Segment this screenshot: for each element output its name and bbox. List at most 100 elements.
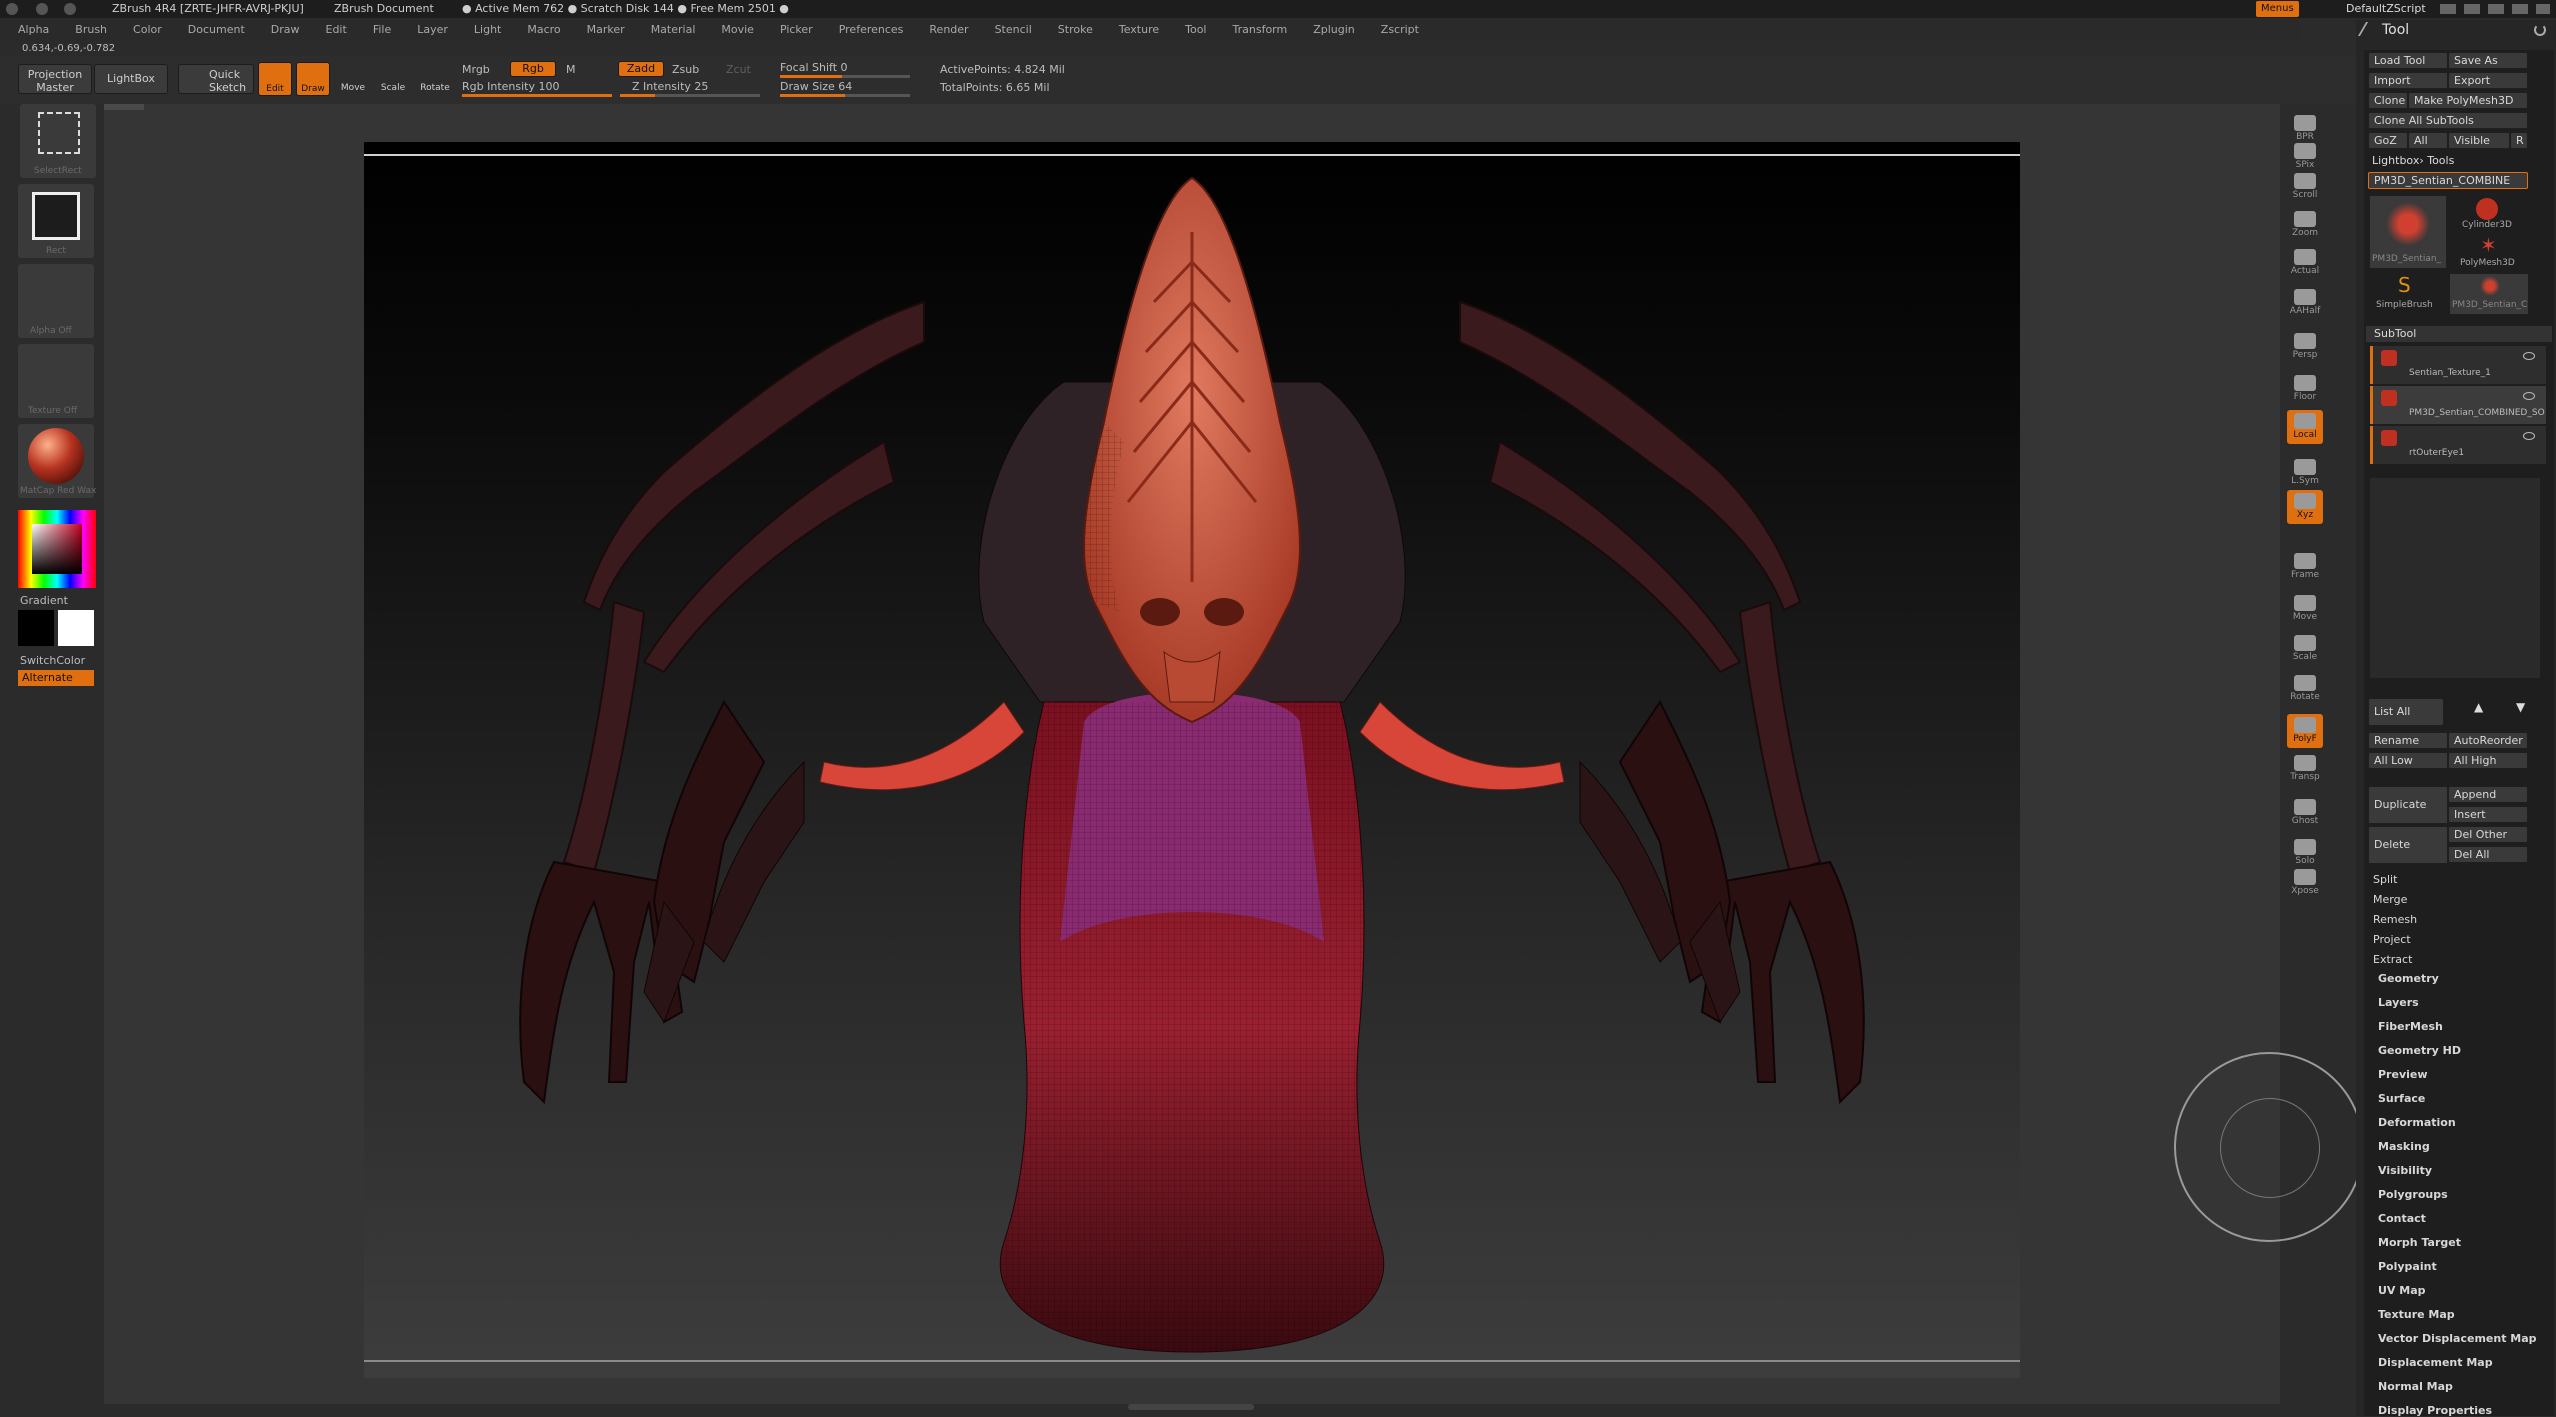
close-window-icon[interactable] (6, 3, 18, 15)
eye-icon[interactable] (2523, 392, 2535, 400)
extract-button[interactable]: Extract (2368, 952, 2528, 969)
focal-shift-label[interactable]: Focal Shift 0 (780, 61, 848, 74)
section-polypaint[interactable]: Polypaint (2378, 1260, 2437, 1273)
edit-button[interactable]: Edit (258, 62, 292, 96)
eye-icon[interactable] (2523, 432, 2535, 440)
menu-macro[interactable]: Macro (527, 23, 560, 36)
primary-color-swatch[interactable] (18, 610, 54, 646)
window-controls-icon[interactable] (2440, 4, 2550, 14)
menu-render[interactable]: Render (929, 23, 968, 36)
canvas-scrollbar[interactable] (104, 104, 144, 110)
section-vector-displacement-map[interactable]: Vector Displacement Map (2378, 1332, 2537, 1345)
menu-picker[interactable]: Picker (780, 23, 813, 36)
tool-thumb-sentian[interactable]: PM3D_Sentian_ (2370, 196, 2446, 268)
shelf-xyz-button[interactable]: Xyz (2287, 490, 2323, 524)
menu-transform[interactable]: Transform (1233, 23, 1288, 36)
menu-material[interactable]: Material (651, 23, 696, 36)
menu-brush[interactable]: Brush (75, 23, 107, 36)
subtool-item[interactable]: rtOuterEye1 (2370, 426, 2546, 464)
mrgb-button[interactable]: Mrgb (462, 63, 490, 76)
insert-button[interactable]: Insert (2448, 806, 2528, 823)
shelf-xpose-button[interactable]: Xpose (2287, 866, 2323, 900)
save-as-button[interactable]: Save As (2448, 52, 2528, 69)
subtool-header[interactable]: SubTool (2366, 326, 2552, 342)
project-button[interactable]: Project (2368, 932, 2528, 949)
section-visibility[interactable]: Visibility (2378, 1164, 2432, 1177)
lightbox-tools-link[interactable]: Lightbox› Tools (2372, 154, 2454, 167)
section-masking[interactable]: Masking (2378, 1140, 2430, 1153)
make-polymesh-button[interactable]: Make PolyMesh3D (2408, 92, 2528, 109)
section-normal-map[interactable]: Normal Map (2378, 1380, 2453, 1393)
list-all-button[interactable]: List All (2368, 698, 2444, 726)
shelf-scale-button[interactable]: Scale (2287, 632, 2323, 666)
all-high-button[interactable]: All High (2448, 752, 2528, 769)
section-fibermesh[interactable]: FiberMesh (2378, 1020, 2443, 1033)
creature-model[interactable] (364, 142, 2020, 1378)
menu-movie[interactable]: Movie (721, 23, 754, 36)
current-tool-name[interactable]: PM3D_Sentian_COMBINE (2368, 172, 2528, 189)
texture-off-slot[interactable]: Texture Off (18, 344, 94, 418)
section-morph-target[interactable]: Morph Target (2378, 1236, 2461, 1249)
all-low-button[interactable]: All Low (2368, 752, 2448, 769)
append-button[interactable]: Append (2448, 786, 2528, 803)
maximize-window-icon[interactable] (64, 3, 76, 15)
shelf-local-button[interactable]: Local (2287, 410, 2323, 444)
rect-stroke[interactable]: Rect (18, 184, 94, 258)
section-texture-map[interactable]: Texture Map (2378, 1308, 2455, 1321)
section-surface[interactable]: Surface (2378, 1092, 2425, 1105)
switch-color-label[interactable]: SwitchColor (20, 654, 85, 667)
tool-thumb-cylinder[interactable]: Cylinder3D (2450, 196, 2528, 230)
color-picker[interactable] (18, 510, 96, 588)
duplicate-button[interactable]: Duplicate (2368, 786, 2448, 824)
goz-all-button[interactable]: All (2408, 132, 2448, 149)
focal-shift-slider[interactable] (780, 75, 910, 78)
minimize-window-icon[interactable] (36, 3, 48, 15)
shelf-move-button[interactable]: Move (2287, 592, 2323, 626)
zadd-button[interactable]: Zadd (618, 61, 664, 77)
color-picker-square[interactable] (32, 524, 82, 574)
shelf-scroll-button[interactable]: Scroll (2287, 170, 2323, 204)
lightbox-button[interactable]: LightBox (94, 64, 168, 94)
remesh-button[interactable]: Remesh (2368, 912, 2528, 929)
shelf-persp-button[interactable]: Persp (2287, 330, 2323, 364)
tool-thumb-simplebrush[interactable]: S SimpleBrush (2370, 274, 2446, 314)
z-intensity-slider[interactable] (620, 94, 760, 97)
arrow-down-icon[interactable]: ▼ (2516, 700, 2525, 714)
subtool-item[interactable]: PM3D_Sentian_COMBINED_SO (2370, 386, 2546, 424)
z-intensity-label[interactable]: Z Intensity 25 (632, 80, 708, 93)
m-button[interactable]: M (566, 63, 576, 76)
menus-button[interactable]: Menus (2256, 1, 2299, 17)
import-button[interactable]: Import (2368, 72, 2448, 89)
rgb-intensity-slider[interactable] (462, 94, 612, 97)
merge-button[interactable]: Merge (2368, 892, 2528, 909)
scale-button[interactable]: Scale (376, 62, 410, 96)
alpha-off-slot[interactable]: Alpha Off (18, 264, 94, 338)
shelf-actual-button[interactable]: Actual (2287, 246, 2323, 280)
delete-button[interactable]: Delete (2368, 826, 2448, 864)
secondary-color-swatch[interactable] (58, 610, 94, 646)
section-contact[interactable]: Contact (2378, 1212, 2426, 1225)
draw-size-slider[interactable] (780, 94, 910, 97)
section-displacement-map[interactable]: Displacement Map (2378, 1356, 2493, 1369)
rgb-button[interactable]: Rgb (510, 61, 556, 77)
menu-color[interactable]: Color (133, 23, 162, 36)
rotate-button[interactable]: Rotate (418, 62, 452, 96)
clone-all-subtools-button[interactable]: Clone All SubTools (2368, 112, 2528, 129)
shelf-ghost-button[interactable]: Ghost (2287, 796, 2323, 830)
shelf-solo-button[interactable]: Solo (2287, 836, 2323, 870)
viewport-bottom-handle-icon[interactable] (1128, 1404, 1254, 1410)
menu-draw[interactable]: Draw (271, 23, 300, 36)
load-tool-button[interactable]: Load Tool (2368, 52, 2448, 69)
menu-texture[interactable]: Texture (1119, 23, 1159, 36)
shelf-transp-button[interactable]: Transp (2287, 752, 2323, 786)
del-all-button[interactable]: Del All (2448, 846, 2528, 863)
select-rect-brush[interactable]: SelectRect (20, 104, 96, 178)
split-button[interactable]: Split (2368, 872, 2528, 889)
navigation-ring-inner[interactable] (2220, 1098, 2320, 1198)
clone-button[interactable]: Clone (2368, 92, 2408, 109)
menu-file[interactable]: File (373, 23, 391, 36)
shelf-frame-button[interactable]: Frame (2287, 550, 2323, 584)
tool-thumb-polymesh[interactable]: ✶ PolyMesh3D (2450, 234, 2528, 268)
section-preview[interactable]: Preview (2378, 1068, 2428, 1081)
shelf-floor-button[interactable]: Floor (2287, 372, 2323, 406)
